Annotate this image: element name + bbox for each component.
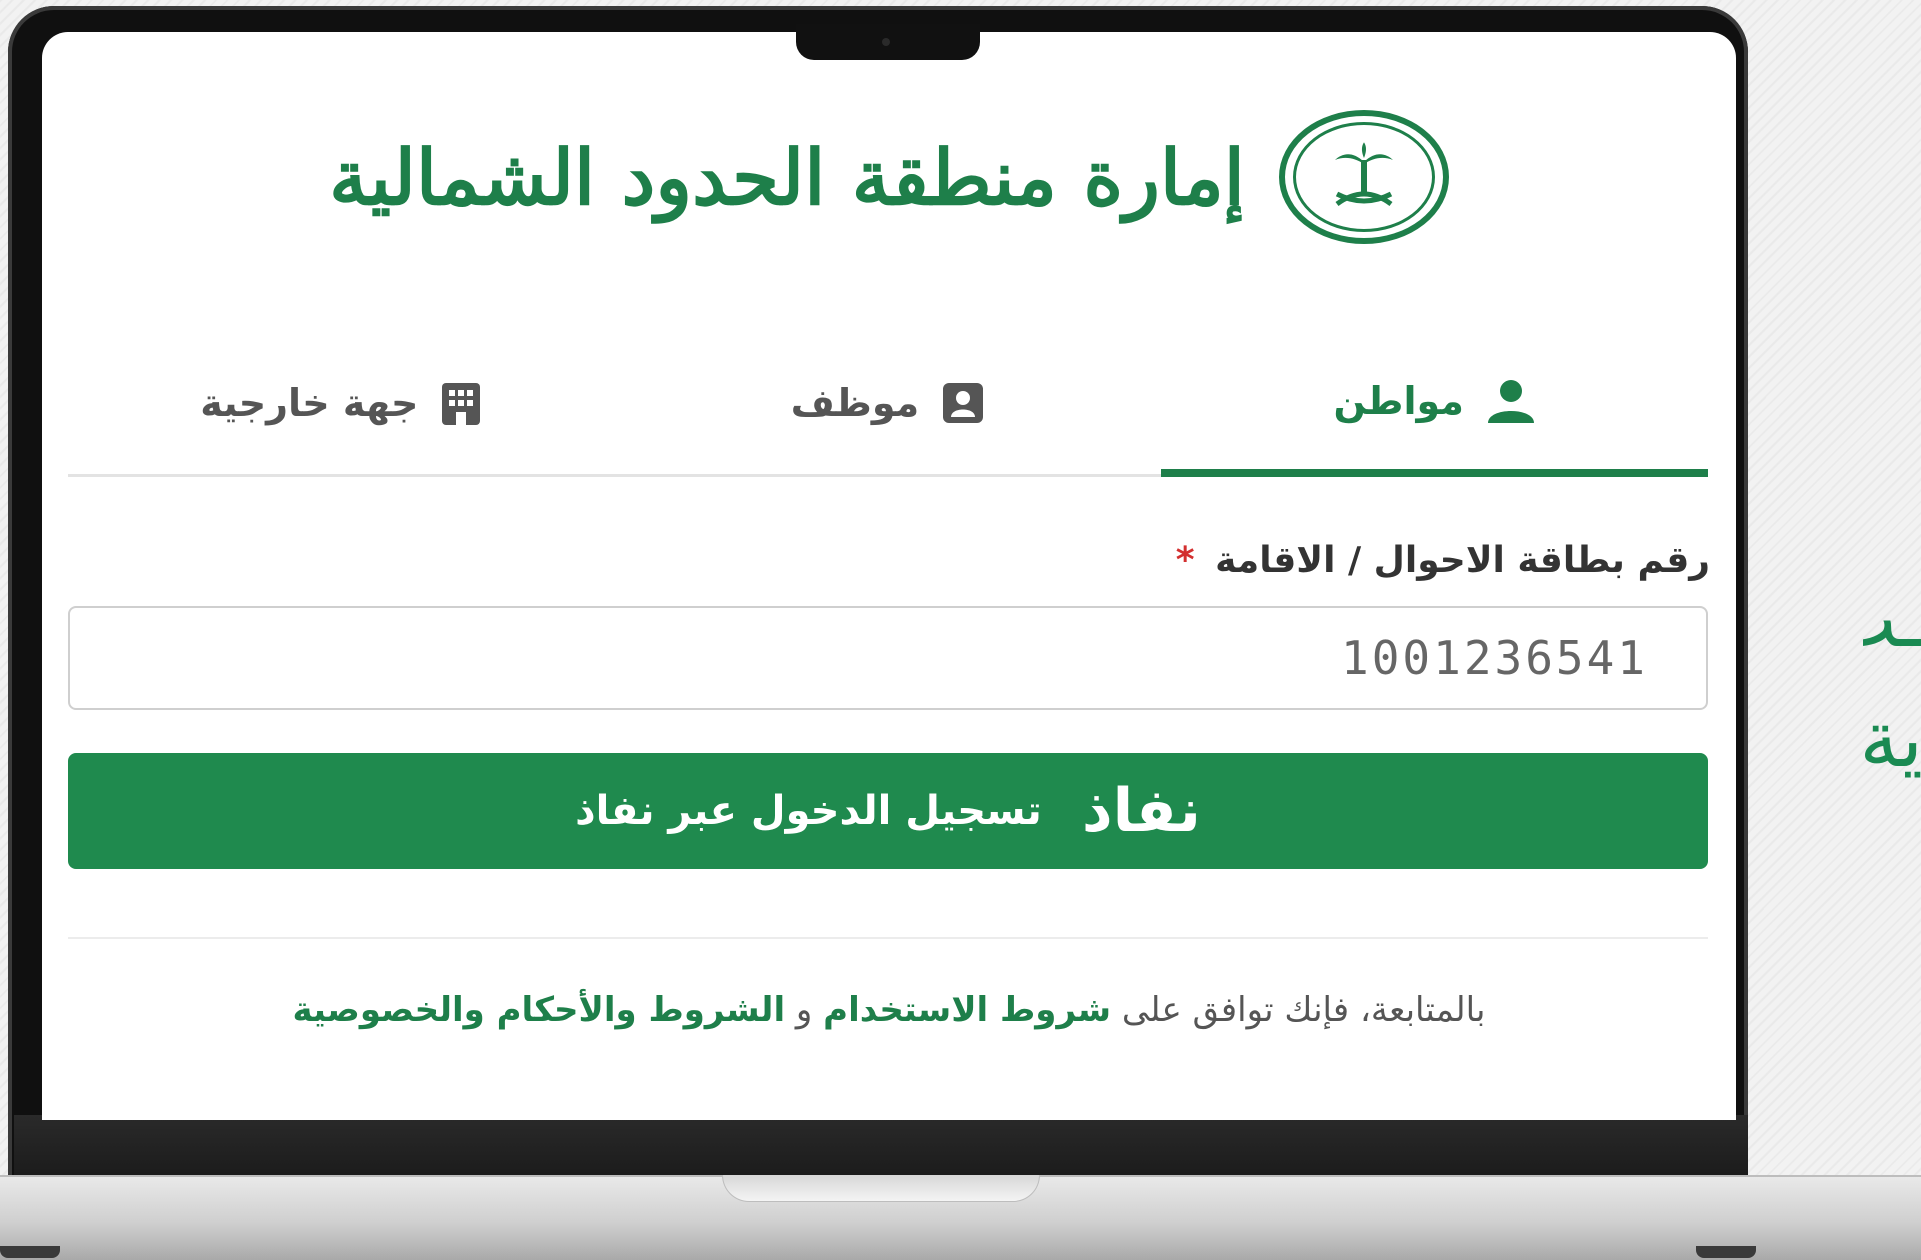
side-text-line-1: ـب bbox=[1863, 575, 1921, 665]
laptop-foot-right bbox=[1696, 1246, 1756, 1258]
terms-of-use-link[interactable]: شروط الاستخدام bbox=[823, 990, 1111, 1030]
tab-employee[interactable]: موظف bbox=[615, 332, 1162, 474]
palm-swords-icon bbox=[1334, 142, 1393, 207]
login-type-tabs: مواطن موظف جهة خارجية bbox=[68, 332, 1708, 477]
header-logo: إمارة منطقة الحدود الشمالية bbox=[42, 102, 1736, 252]
nafath-login-label: تسجيل الدخول عبر نفاذ bbox=[575, 788, 1042, 834]
side-text-line-2: ية. bbox=[1863, 695, 1921, 785]
terms-prefix: بالمتابعة، فإنك توافق على bbox=[1121, 990, 1486, 1030]
privacy-link[interactable]: الشروط والأحكام والخصوصية bbox=[293, 990, 786, 1030]
laptop-open-notch bbox=[722, 1175, 1040, 1202]
id-number-label: رقم بطاقة الاحوال / الاقامة * bbox=[1176, 540, 1710, 581]
terms-conjunction: و bbox=[795, 990, 813, 1030]
organization-name: إمارة منطقة الحدود الشمالية bbox=[329, 132, 1245, 222]
required-mark: * bbox=[1175, 540, 1195, 581]
nafath-login-button[interactable]: نفاذ تسجيل الدخول عبر نفاذ bbox=[68, 753, 1708, 869]
id-number-input[interactable] bbox=[68, 606, 1708, 710]
camera-icon bbox=[882, 38, 890, 46]
login-screen: إمارة منطقة الحدود الشمالية مواطن موظف ج… bbox=[42, 32, 1736, 1120]
divider bbox=[68, 937, 1708, 939]
tab-employee-label: موظف bbox=[790, 381, 920, 425]
camera-notch bbox=[796, 24, 980, 60]
user-icon bbox=[1486, 379, 1536, 423]
nafath-logo: نفاذ bbox=[1081, 776, 1201, 846]
tab-external-party-label: جهة خارجية bbox=[200, 381, 419, 425]
background-side-text: ـب ية. bbox=[1863, 560, 1921, 820]
laptop-chin bbox=[14, 1115, 1748, 1175]
id-number-label-text: رقم بطاقة الاحوال / الاقامة bbox=[1215, 540, 1710, 581]
terms-notice: بالمتابعة، فإنك توافق على شروط الاستخدام… bbox=[42, 990, 1736, 1030]
laptop-foot-left bbox=[0, 1246, 60, 1258]
tab-external-party[interactable]: جهة خارجية bbox=[68, 332, 615, 474]
tab-citizen[interactable]: مواطن bbox=[1161, 332, 1708, 477]
id-badge-icon bbox=[941, 381, 985, 425]
saudi-emblem-icon bbox=[1278, 110, 1449, 244]
building-icon bbox=[440, 381, 482, 425]
tab-citizen-label: مواطن bbox=[1333, 378, 1464, 423]
